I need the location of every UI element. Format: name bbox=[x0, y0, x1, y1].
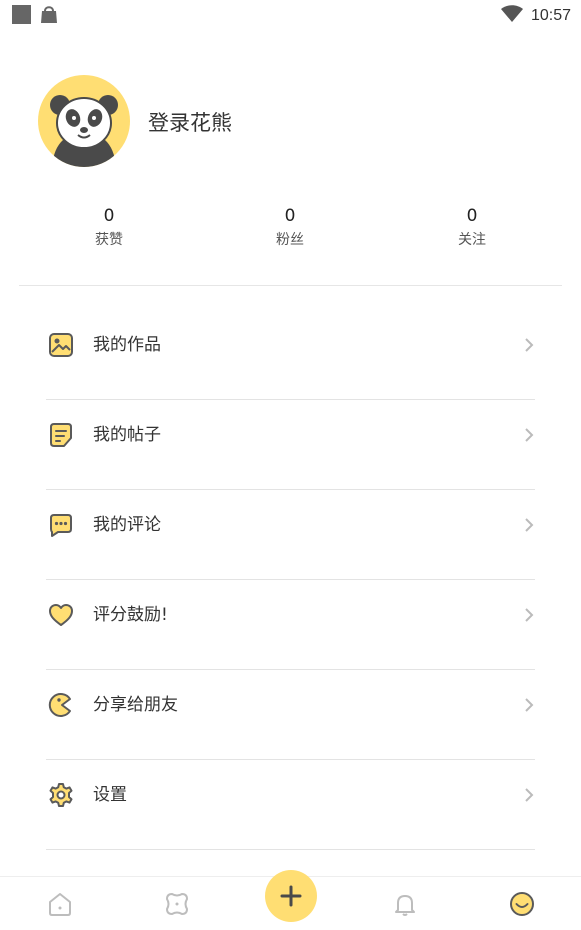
stat-label: 获赞 bbox=[95, 232, 123, 248]
menu-label: 我的评论 bbox=[93, 515, 161, 535]
chevron-right-icon bbox=[523, 517, 535, 533]
stat-count: 0 bbox=[103, 206, 115, 226]
profile-stats: 0 获赞 0 粉丝 0 关注 bbox=[19, 205, 562, 255]
menu-item-my-comments[interactable]: 我的评论 bbox=[46, 490, 535, 580]
comment-icon bbox=[48, 512, 74, 538]
status-bar: 10:57 bbox=[0, 0, 581, 32]
note-icon bbox=[48, 422, 74, 448]
image-icon bbox=[48, 332, 74, 358]
wifi-icon bbox=[500, 5, 523, 27]
menu-label: 我的作品 bbox=[93, 335, 161, 355]
menu-item-rate[interactable]: 评分鼓励! bbox=[46, 580, 535, 670]
divider bbox=[19, 285, 562, 286]
discover-icon[interactable] bbox=[164, 891, 190, 917]
menu-label: 我的帖子 bbox=[93, 425, 161, 445]
stat-fans[interactable]: 0 粉丝 bbox=[230, 205, 350, 249]
status-time: 10:57 bbox=[530, 7, 571, 24]
heart-icon bbox=[48, 602, 74, 628]
bag-icon bbox=[39, 5, 59, 24]
menu-label: 设置 bbox=[93, 785, 127, 805]
stat-following[interactable]: 0 关注 bbox=[412, 205, 532, 249]
chevron-right-icon bbox=[523, 787, 535, 803]
status-right: 10:57 bbox=[500, 5, 571, 27]
notification-square-icon bbox=[12, 5, 31, 24]
share-pacman-icon bbox=[48, 692, 74, 718]
stat-likes[interactable]: 0 获赞 bbox=[49, 205, 169, 249]
panda-avatar-icon[interactable] bbox=[38, 75, 130, 167]
profile-smile-icon[interactable] bbox=[509, 891, 535, 917]
stat-label: 关注 bbox=[458, 232, 486, 248]
stat-count: 0 bbox=[466, 206, 478, 226]
chevron-right-icon bbox=[523, 607, 535, 623]
menu-item-my-posts[interactable]: 我的帖子 bbox=[46, 400, 535, 490]
status-left bbox=[12, 5, 59, 24]
menu-label: 评分鼓励! bbox=[93, 605, 168, 625]
home-icon[interactable] bbox=[47, 891, 73, 917]
settings-gear-icon bbox=[48, 782, 74, 808]
menu-item-settings[interactable]: 设置 bbox=[46, 760, 535, 850]
bell-icon[interactable] bbox=[392, 891, 418, 917]
menu-item-share[interactable]: 分享给朋友 bbox=[46, 670, 535, 760]
menu-label: 分享给朋友 bbox=[93, 695, 178, 715]
login-link[interactable]: 登录花熊 bbox=[148, 107, 232, 137]
create-plus-icon[interactable] bbox=[265, 870, 317, 922]
chevron-right-icon bbox=[523, 337, 535, 353]
chevron-right-icon bbox=[523, 697, 535, 713]
menu-item-my-works[interactable]: 我的作品 bbox=[46, 310, 535, 400]
stat-count: 0 bbox=[284, 206, 296, 226]
chevron-right-icon bbox=[523, 427, 535, 443]
stat-label: 粉丝 bbox=[276, 232, 304, 248]
